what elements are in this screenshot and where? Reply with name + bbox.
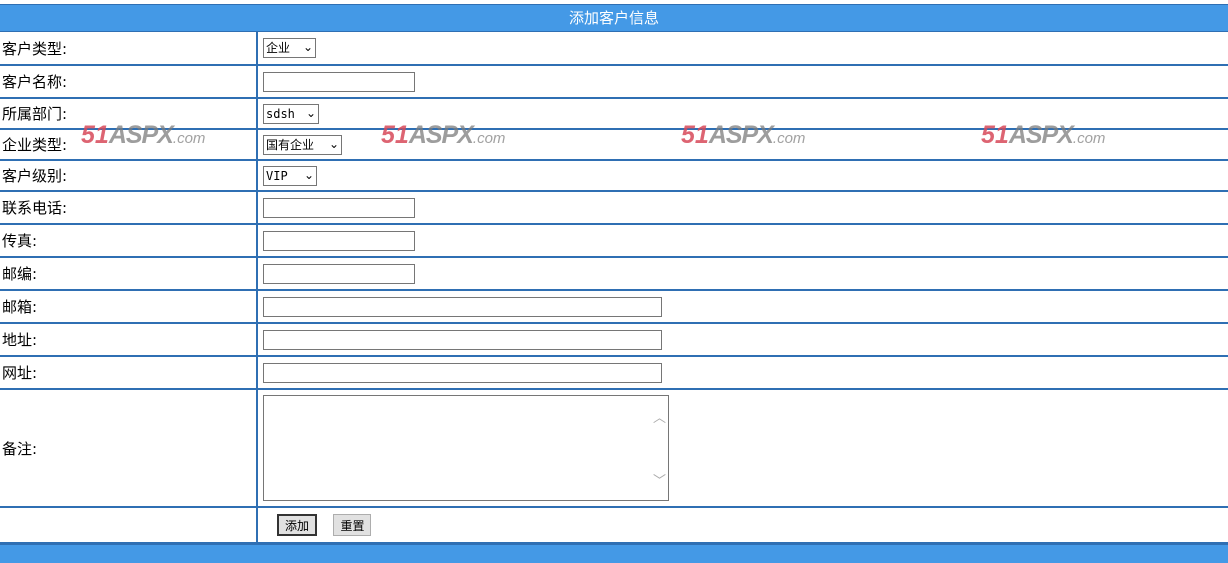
phone-input[interactable] — [263, 197, 415, 218]
customer-level-select-wrap: VIP ⌄ — [263, 165, 317, 186]
form-row-customer-name: 客户名称: — [0, 65, 1228, 99]
email-input[interactable] — [263, 296, 662, 317]
website-label: 网址: — [0, 356, 258, 390]
remarks-cell: ︿ ﹀ — [257, 389, 1228, 508]
department-label: 所属部门: — [0, 98, 258, 130]
form-row-website: 网址: — [0, 356, 1228, 390]
form-row-remarks: 备注: ︿ ﹀ — [0, 389, 1228, 508]
address-label: 地址: — [0, 323, 258, 357]
email-label: 邮箱: — [0, 290, 258, 324]
enterprise-type-select[interactable]: 国有企业 — [263, 134, 342, 155]
form-row-customer-type: 客户类型: 企业 ⌄ — [0, 32, 1228, 66]
remarks-label: 备注: — [0, 389, 258, 508]
department-select[interactable]: sdsh — [263, 103, 319, 124]
form-row-enterprise-type: 企业类型: 国有企业 ⌄ — [0, 129, 1228, 161]
form-row-email: 邮箱: — [0, 290, 1228, 324]
customer-level-cell: VIP ⌄ — [257, 160, 1228, 192]
form-row-department: 所属部门: sdsh ⌄ — [0, 98, 1228, 130]
form-row-postcode: 邮编: — [0, 257, 1228, 291]
department-select-wrap: sdsh ⌄ — [263, 103, 319, 124]
chevron-up-icon[interactable]: ︿ — [653, 407, 666, 426]
website-input[interactable] — [263, 362, 662, 383]
reset-button[interactable]: 重置 — [333, 514, 372, 536]
fax-label: 传真: — [0, 224, 258, 258]
email-cell — [257, 290, 1228, 324]
customer-type-cell: 企业 ⌄ — [257, 32, 1228, 66]
postcode-input[interactable] — [263, 263, 415, 284]
remarks-textarea[interactable] — [263, 395, 669, 501]
enterprise-type-label: 企业类型: — [0, 129, 258, 161]
customer-type-label: 客户类型: — [0, 32, 258, 66]
department-cell: sdsh ⌄ — [257, 98, 1228, 130]
actions-cell: 添加 重置 — [257, 507, 1228, 544]
page-title: 添加客户信息 — [0, 4, 1228, 32]
postcode-cell — [257, 257, 1228, 291]
enterprise-type-select-wrap: 国有企业 ⌄ — [263, 134, 342, 155]
customer-name-input[interactable] — [263, 71, 415, 92]
add-button[interactable]: 添加 — [277, 514, 318, 536]
customer-form-table: 客户类型: 企业 ⌄ 客户名称: 所属部门: sdsh ⌄ 企业类型: 国有企业… — [0, 32, 1228, 544]
remarks-scrollbar[interactable]: ︿ ﹀ — [651, 397, 667, 499]
form-row-address: 地址: — [0, 323, 1228, 357]
form-row-fax: 传真: — [0, 224, 1228, 258]
customer-type-select-wrap: 企业 ⌄ — [263, 38, 316, 58]
footer-bar — [0, 544, 1228, 563]
address-input[interactable] — [263, 329, 662, 350]
chevron-down-icon[interactable]: ﹀ — [653, 470, 666, 489]
phone-label: 联系电话: — [0, 191, 258, 225]
enterprise-type-cell: 国有企业 ⌄ — [257, 129, 1228, 161]
fax-cell — [257, 224, 1228, 258]
customer-level-label: 客户级别: — [0, 160, 258, 192]
website-cell — [257, 356, 1228, 390]
add-customer-form-page: 添加客户信息 客户类型: 企业 ⌄ 客户名称: 所属部门: sdsh ⌄ 企业类… — [0, 0, 1228, 563]
form-row-customer-level: 客户级别: VIP ⌄ — [0, 160, 1228, 192]
actions-label-empty — [0, 507, 258, 544]
fax-input[interactable] — [263, 230, 415, 251]
form-row-actions: 添加 重置 — [0, 507, 1228, 544]
customer-type-select[interactable]: 企业 — [263, 38, 316, 58]
postcode-label: 邮编: — [0, 257, 258, 291]
phone-cell — [257, 191, 1228, 225]
remarks-wrap: ︿ ﹀ — [263, 395, 669, 501]
customer-name-label: 客户名称: — [0, 65, 258, 99]
address-cell — [257, 323, 1228, 357]
customer-name-cell — [257, 65, 1228, 99]
customer-level-select[interactable]: VIP — [263, 165, 317, 186]
form-row-phone: 联系电话: — [0, 191, 1228, 225]
